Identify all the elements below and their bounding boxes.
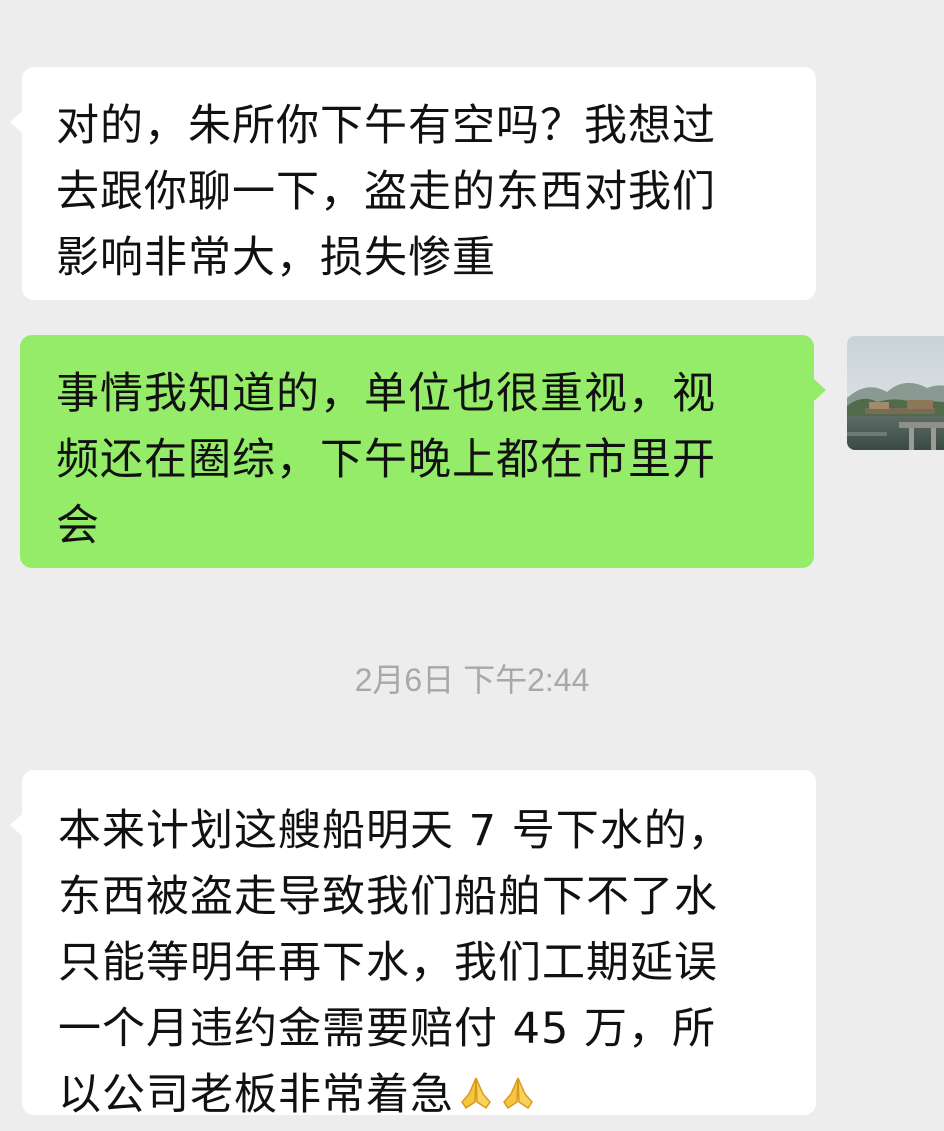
message-text-line: 东西被盗走导致我们船舶下不了水 — [58, 872, 718, 922]
message-text-line: 对的，朱所你下午有空吗？我想过 — [56, 101, 716, 151]
message-text-line: 影响非常大，损失惨重 — [56, 233, 496, 283]
folded-hands-emoji-icon — [498, 1065, 538, 1131]
message-text-line: 只能等明年再下水，我们工期延误 — [58, 938, 718, 988]
landscape-photo-avatar-icon — [847, 336, 944, 450]
message-text-line: 频还在圈综，下午晚上都在市里开 — [56, 435, 716, 485]
message-text-line: 去跟你聊一下，盗走的东西对我们 — [56, 167, 716, 217]
folded-hands-emoji-icon — [456, 1065, 496, 1131]
message-bubble-incoming[interactable]: 本来计划这艘船明天 7 号下水的， 东西被盗走导致我们船舶下不了水 只能等明年再… — [10, 770, 816, 1120]
message-text-line: 本来计划这艘船明天 7 号下水的， — [58, 806, 732, 856]
bubble-tail — [10, 814, 22, 836]
message-text-line-with-emoji: 以公司老板非常着急 — [58, 1062, 816, 1131]
bubble-tail — [10, 111, 22, 133]
bubble-tail — [814, 379, 826, 401]
timestamp: 2月6日 下午2:44 — [354, 662, 590, 698]
message-bubble-outgoing[interactable]: 事情我知道的，单位也很重视，视 频还在圈综，下午晚上都在市里开 会 — [20, 335, 826, 568]
message-text-segment: 以公司老板非常着急 — [58, 1070, 454, 1120]
message-text-line: 一个月违约金需要赔付 45 万，所 — [58, 1004, 717, 1054]
message-text-line: 事情我知道的，单位也很重视，视 — [56, 369, 716, 419]
user-avatar[interactable] — [847, 336, 944, 450]
message-text-line: 会 — [56, 501, 100, 551]
message-bubble-incoming[interactable]: 对的，朱所你下午有空吗？我想过 去跟你聊一下，盗走的东西对我们 影响非常大，损失… — [10, 67, 816, 300]
